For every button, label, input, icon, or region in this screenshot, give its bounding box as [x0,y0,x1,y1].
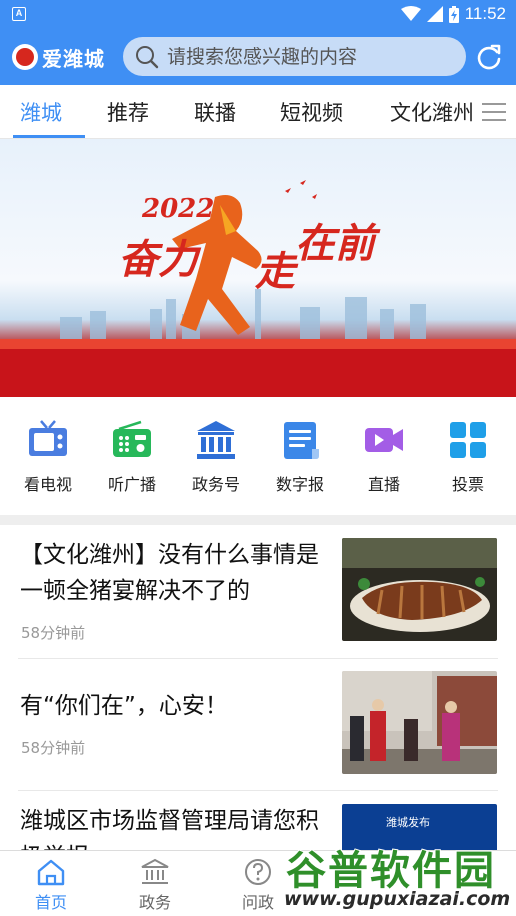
news-list: 【文化潍州】没有什么事情是一顿全猪宴解决不了的 58分钟前 有“你们在”，心安！… [0,525,516,850]
tab-recommend[interactable]: 推荐 [107,97,149,127]
quick-entry-label: 直播 [367,475,400,494]
home-icon [37,859,65,886]
hamburger-menu-icon [482,102,506,121]
nav-label: 首页 [34,893,67,912]
nav-government[interactable]: 政务 [115,857,195,913]
news-title: 有“你们在”，心安！ [20,693,228,719]
nav-home[interactable]: 首页 [11,857,91,913]
headline-banner[interactable]: 2022 奋力 走 在前 [0,139,516,397]
status-bar: A 11:52 [0,0,516,28]
question-icon [245,859,271,885]
roast-pork-photo [342,538,497,641]
tab-short-video[interactable]: 短视频 [280,97,343,127]
quick-entry-digital-paper[interactable]: 数字报 [265,419,335,495]
banner-slogan-fenli: 奋力 [118,237,198,283]
quick-entry-label: 投票 [451,475,484,494]
refresh-icon [477,44,501,70]
search-input[interactable] [167,45,457,68]
news-title: 潍城区市场监督管理局请您积极举报 [20,808,319,850]
government-building-icon [197,421,235,459]
banner-year: 2022 [142,194,215,224]
tv-icon [29,420,67,456]
tab-broadcast[interactable]: 联播 [194,97,236,127]
channel-menu-button[interactable] [472,85,516,138]
news-time: 58分钟前 [21,739,86,757]
tab-weicheng[interactable]: 潍城 [20,97,62,127]
quick-entry-label: 看电视 [23,475,72,494]
radio-icon [113,420,151,457]
quick-entry-label: 数字报 [275,475,324,494]
banner-slogan-zaiqian: 在前 [295,221,375,267]
quick-entry-vote[interactable]: 投票 [433,419,503,495]
app-logo: 爱潍城 [12,41,105,73]
live-video-icon [365,428,403,452]
quick-entry-grid: 看电视 听广播 政务号 数字报 直播 投票 [0,397,516,515]
tab-culture-weizhou[interactable]: 文化潍州 [390,97,474,127]
quick-entry-label: 听广播 [107,475,156,494]
status-indicators: 11:52 [400,4,506,24]
app-notification-icon: A [12,7,26,21]
watermark-url: www.gupuxiazai.com [283,888,511,911]
logo-text: 爱潍城 [42,46,105,71]
clock: 11:52 [464,4,506,23]
active-tab-indicator [13,135,85,138]
street-scene-photo [342,671,497,774]
news-time: 58分钟前 [21,624,86,642]
nav-label: 政务 [138,893,171,912]
vote-grid-icon [450,422,486,458]
news-item[interactable]: 有“你们在”，心安！ 58分钟前 [18,659,498,791]
news-thumbnail [342,671,497,774]
battery-icon [448,5,459,23]
logo-emblem-icon [12,44,38,70]
site-watermark: 谷普软件园 www.gupuxiazai.com [282,838,514,914]
banner-slogan-zou: 走 [255,249,295,295]
app-header: 爱潍城 [0,28,516,85]
quick-entry-label: 政务号 [191,475,240,494]
wifi-icon [400,6,421,21]
quick-entry-tv[interactable]: 看电视 [13,419,83,495]
quick-entry-radio[interactable]: 听广播 [97,419,167,495]
search-bar[interactable] [123,37,466,76]
thumbnail-caption: 潍城发布 [386,816,430,829]
search-icon [136,45,159,68]
signal-icon [426,6,443,22]
newspaper-icon [284,422,319,459]
refresh-button[interactable] [474,42,504,72]
channel-tabs: 潍城 推荐 联播 短视频 文化潍州 [0,85,516,139]
news-title: 【文化潍州】没有什么事情是一顿全猪宴解决不了的 [20,542,319,604]
government-icon [141,858,169,884]
quick-entry-gov-account[interactable]: 政务号 [181,419,251,495]
news-item[interactable]: 【文化潍州】没有什么事情是一顿全猪宴解决不了的 58分钟前 [18,525,498,659]
section-divider [0,515,516,525]
quick-entry-live[interactable]: 直播 [349,419,419,495]
news-thumbnail [342,538,497,641]
